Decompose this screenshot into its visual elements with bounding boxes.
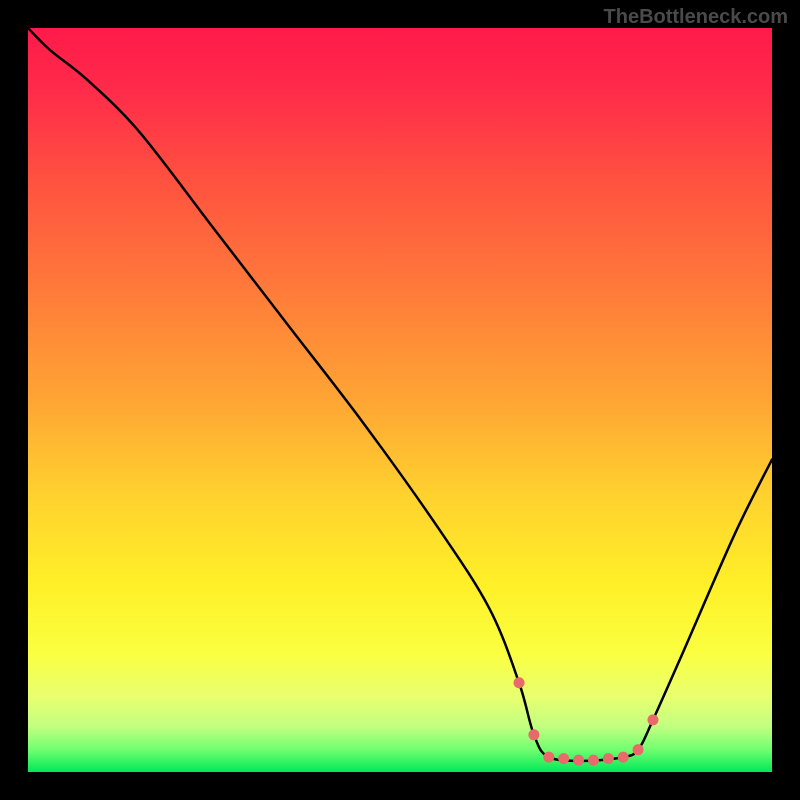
optimal-marker (588, 755, 599, 766)
optimal-marker (603, 753, 614, 764)
optimal-marker (528, 729, 539, 740)
curve-layer (28, 28, 772, 772)
optimal-zone-markers (514, 677, 659, 765)
plot-area (28, 28, 772, 772)
optimal-marker (633, 744, 644, 755)
optimal-marker (618, 752, 629, 763)
optimal-marker (647, 714, 658, 725)
chart-container: TheBottleneck.com (0, 0, 800, 800)
optimal-marker (543, 752, 554, 763)
watermark-text: TheBottleneck.com (604, 6, 788, 29)
optimal-marker (558, 753, 569, 764)
optimal-marker (514, 677, 525, 688)
bottleneck-curve (28, 28, 772, 761)
optimal-marker (573, 755, 584, 766)
